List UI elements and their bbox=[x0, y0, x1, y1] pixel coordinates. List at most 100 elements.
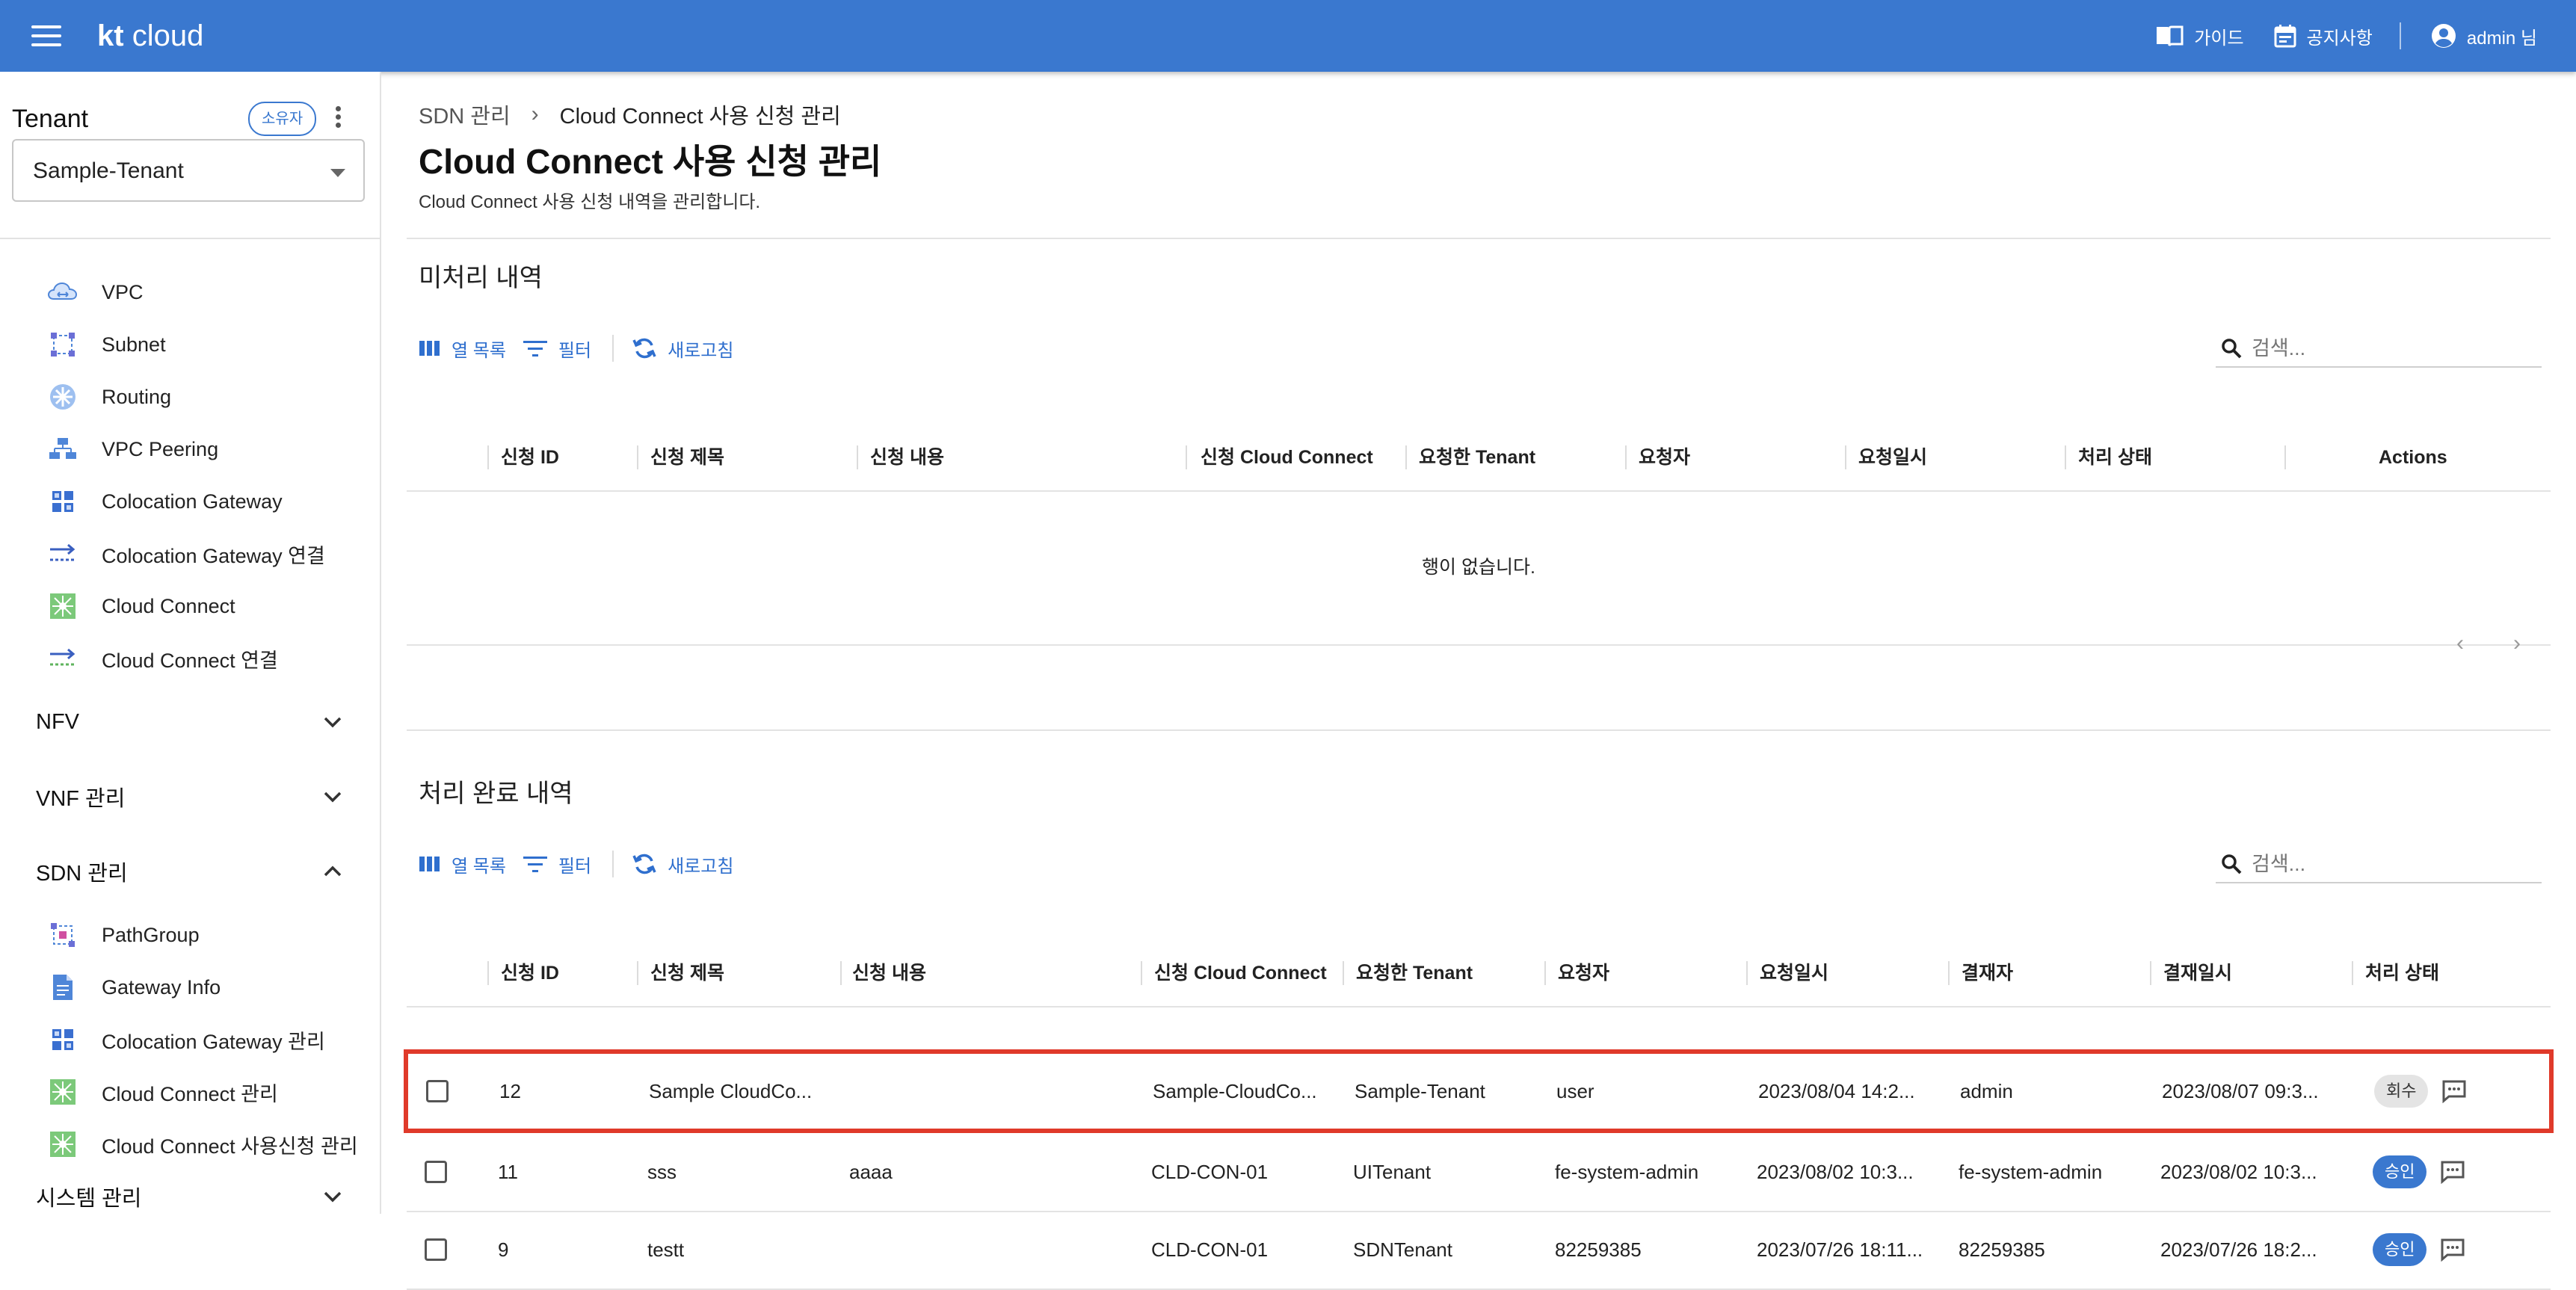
pending-section-title: 미처리 내역 bbox=[419, 264, 543, 292]
sidebar-item-vpc-peering[interactable]: VPC Peering bbox=[0, 423, 380, 475]
cell-cloud-connect: CLD-CON-01 bbox=[1151, 1238, 1269, 1261]
columns-button[interactable]: 열 목록 bbox=[419, 336, 506, 362]
column-header[interactable]: 요청자 bbox=[1558, 940, 1609, 1006]
comment-icon[interactable] bbox=[2440, 1160, 2465, 1184]
divider bbox=[407, 238, 2551, 239]
refresh-button[interactable]: 새로고침 bbox=[632, 336, 733, 362]
column-header[interactable]: 처리 상태 bbox=[2078, 425, 2152, 490]
connection-arrow-icon bbox=[48, 539, 78, 569]
column-header[interactable]: 신청 제목 bbox=[650, 940, 724, 1006]
sidebar-item-label: Colocation Gateway 연결 bbox=[102, 544, 325, 567]
pathgroup-icon bbox=[48, 920, 78, 950]
notice-link[interactable]: 공지사항 bbox=[2274, 23, 2373, 49]
sidebar-group-system[interactable]: 시스템 관리 bbox=[0, 1170, 380, 1214]
column-header[interactable]: 신청 ID bbox=[501, 940, 559, 1006]
sidebar-group-vnf[interactable]: VNF 관리 bbox=[0, 759, 380, 834]
table-row[interactable]: 12 Sample CloudCo... Sample-CloudCo... S… bbox=[404, 1049, 2554, 1133]
sidebar-item-cloud-connect[interactable]: Cloud Connect bbox=[0, 580, 380, 632]
book-icon bbox=[2157, 25, 2184, 46]
breadcrumb-parent[interactable]: SDN 관리 bbox=[419, 99, 511, 130]
sidebar-item-gateway-info[interactable]: Gateway Info bbox=[0, 961, 380, 1013]
column-header[interactable]: 요청한 Tenant bbox=[1356, 940, 1473, 1006]
table-row[interactable]: 9 testt CLD-CON-01 SDNTenant 82259385 20… bbox=[407, 1211, 2551, 1290]
cell-content: aaaa bbox=[849, 1160, 893, 1183]
sidebar-item-label: Subnet bbox=[102, 333, 166, 356]
kt-cloud-logo[interactable]: kt cloud bbox=[97, 16, 203, 55]
columns-button[interactable]: 열 목록 bbox=[419, 851, 506, 877]
colocation-gateway-icon bbox=[48, 487, 78, 516]
refresh-label: 새로고침 bbox=[668, 340, 734, 361]
sidebar-item-pathgroup[interactable]: PathGroup bbox=[0, 909, 380, 961]
sidebar-item-label: Cloud Connect 관리 bbox=[102, 1082, 278, 1105]
cell-approver: 82259385 bbox=[1959, 1238, 2045, 1261]
menu-icon[interactable] bbox=[31, 25, 61, 46]
sidebar-group-sdn[interactable]: SDN 관리 bbox=[0, 834, 380, 909]
column-header[interactable]: 신청 내용 bbox=[852, 940, 926, 1006]
column-header[interactable]: 신청 Cloud Connect bbox=[1154, 940, 1327, 1006]
sidebar-item-colocation-gateway-connection[interactable]: Colocation Gateway 연결 bbox=[0, 528, 380, 580]
column-header[interactable]: 처리 상태 bbox=[2365, 940, 2439, 1006]
column-header[interactable]: 신청 ID bbox=[501, 425, 559, 490]
sidebar-item-label: VPC Peering bbox=[102, 437, 219, 460]
sidebar-item-colocation-gateway[interactable]: Colocation Gateway bbox=[0, 475, 380, 528]
sidebar: Tenant 소유자 Sample-Tenant VPC Subnet Rout… bbox=[0, 72, 381, 1214]
refresh-icon bbox=[632, 338, 656, 359]
comment-icon[interactable] bbox=[2440, 1238, 2465, 1262]
cell-tenant: UITenant bbox=[1353, 1160, 1432, 1183]
document-icon bbox=[48, 972, 78, 1002]
done-table-header: 신청 ID 신청 제목 신청 내용 신청 Cloud Connect 요청한 T… bbox=[407, 940, 2551, 1007]
row-checkbox[interactable] bbox=[425, 1161, 447, 1183]
sidebar-item-cloud-connect-request-manage[interactable]: Cloud Connect 사용신청 관리 bbox=[0, 1118, 380, 1170]
main-content: SDN 관리 › Cloud Connect 사용 신청 관리 Cloud Co… bbox=[381, 72, 2576, 1290]
search-input[interactable] bbox=[2250, 336, 2537, 361]
comment-icon[interactable] bbox=[2441, 1079, 2467, 1103]
column-header[interactable]: 신청 내용 bbox=[870, 425, 944, 490]
sidebar-item-label: Routing bbox=[102, 385, 172, 408]
pending-search[interactable] bbox=[2216, 330, 2542, 368]
done-search[interactable] bbox=[2216, 846, 2542, 883]
search-icon bbox=[2222, 339, 2242, 359]
chevron-right-icon[interactable]: › bbox=[2513, 631, 2521, 656]
guide-link[interactable]: 가이드 bbox=[2155, 23, 2244, 49]
cell-status: 승인 bbox=[2373, 1211, 2465, 1289]
chevron-up-icon bbox=[324, 865, 342, 877]
sidebar-group-label: 시스템 관리 bbox=[36, 1187, 142, 1211]
tenant-select[interactable]: Sample-Tenant bbox=[12, 139, 365, 202]
cell-id: 9 bbox=[498, 1238, 509, 1261]
filter-button[interactable]: 필터 bbox=[523, 336, 591, 362]
breadcrumb-current: Cloud Connect 사용 신청 관리 bbox=[559, 105, 841, 129]
column-header[interactable]: 신청 제목 bbox=[650, 425, 724, 490]
column-header[interactable]: 신청 Cloud Connect bbox=[1201, 425, 1373, 490]
sidebar-item-label: PathGroup bbox=[102, 923, 200, 946]
column-header[interactable]: 요청자 bbox=[1639, 425, 1690, 490]
column-header[interactable]: 결재일시 bbox=[2163, 940, 2232, 1006]
column-header[interactable]: 요청일시 bbox=[1858, 425, 1927, 490]
search-input[interactable] bbox=[2250, 851, 2537, 877]
cell-id: 12 bbox=[499, 1079, 521, 1102]
row-checkbox[interactable] bbox=[426, 1080, 449, 1102]
table-row[interactable]: 11 sss aaaa CLD-CON-01 UITenant fe-syste… bbox=[407, 1133, 2551, 1212]
chevron-left-icon[interactable]: ‹ bbox=[2456, 631, 2464, 656]
filter-button[interactable]: 필터 bbox=[523, 851, 591, 877]
sidebar-group-nfv[interactable]: NFV bbox=[0, 685, 380, 759]
cell-request-date: 2023/08/02 10:3... bbox=[1757, 1160, 1914, 1183]
sidebar-item-label: Colocation Gateway 관리 bbox=[102, 1030, 325, 1053]
refresh-button[interactable]: 새로고침 bbox=[632, 851, 733, 877]
sidebar-item-vpc[interactable]: VPC bbox=[0, 266, 380, 318]
column-header[interactable]: 결재자 bbox=[1962, 940, 2013, 1006]
more-vert-icon[interactable] bbox=[333, 106, 342, 133]
row-checkbox[interactable] bbox=[425, 1238, 447, 1261]
column-header[interactable]: 요청일시 bbox=[1760, 940, 1828, 1006]
sidebar-item-routing[interactable]: Routing bbox=[0, 371, 380, 423]
sidebar-item-label: Cloud Connect 연결 bbox=[102, 649, 278, 672]
notice-label: 공지사항 bbox=[2306, 28, 2373, 49]
column-header[interactable]: 요청한 Tenant bbox=[1419, 425, 1535, 490]
user-menu[interactable]: admin 님 bbox=[2431, 23, 2537, 49]
filter-label: 필터 bbox=[558, 856, 592, 877]
sidebar-item-colocation-gateway-manage[interactable]: Colocation Gateway 관리 bbox=[0, 1013, 380, 1066]
sidebar-item-subnet[interactable]: Subnet bbox=[0, 318, 380, 371]
sidebar-item-cloud-connect-connection[interactable]: Cloud Connect 연결 bbox=[0, 632, 380, 685]
sidebar-item-cloud-connect-manage[interactable]: Cloud Connect 관리 bbox=[0, 1066, 380, 1118]
empty-state-text: 행이 없습니다. bbox=[407, 490, 2551, 646]
routing-icon bbox=[48, 382, 78, 412]
